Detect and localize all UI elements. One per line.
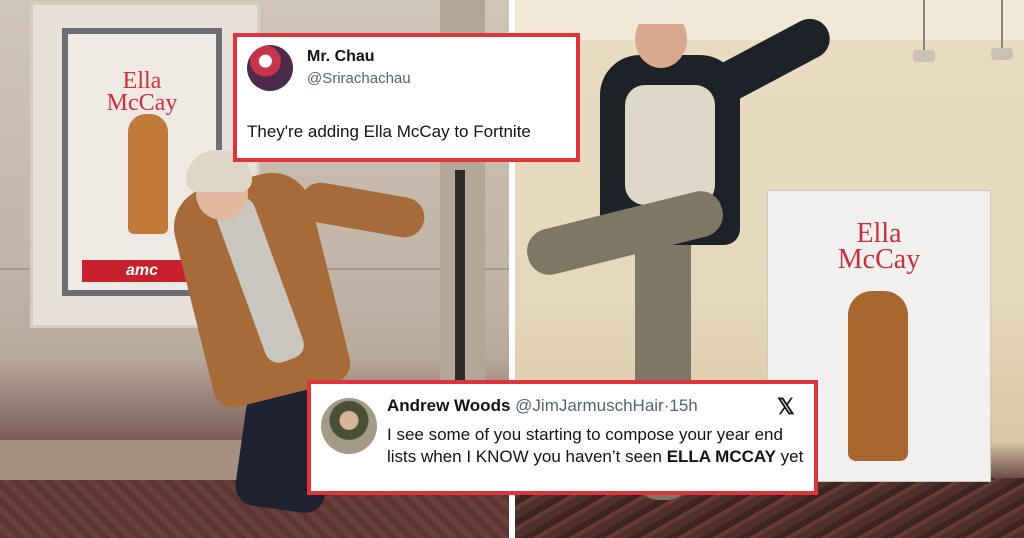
tweet-text-part2: yet [775, 447, 804, 466]
avatar[interactable] [247, 45, 293, 91]
avatar[interactable] [321, 398, 377, 454]
poster-title-line2: McCay [106, 90, 178, 116]
tweet-text: I see some of you starting to compose yo… [387, 424, 807, 468]
man-vest [625, 85, 715, 205]
standee-figure [848, 291, 908, 461]
tweet-author-handle[interactable]: @Srirachachau [307, 70, 411, 87]
tweet-header: Andrew Woods @JimJarmuschHair·15h [387, 396, 698, 416]
tweet-card-andrew-woods: Andrew Woods @JimJarmuschHair·15h 𝕏 I se… [307, 380, 818, 495]
standee-title-line2: McCay [837, 244, 921, 275]
tweet-card-mr-chau: Mr. Chau @Srirachachau They're adding El… [233, 33, 580, 162]
poster-title-line1: Ella [122, 68, 162, 94]
tweet-text: They're adding Ella McCay to Fortnite [247, 122, 531, 141]
tweet-author-name[interactable]: Andrew Woods [387, 396, 510, 415]
tweet-text-bold: ELLA MCCAY [666, 447, 776, 466]
ceiling [515, 0, 1024, 40]
tweet-author-name[interactable]: Mr. Chau [307, 48, 375, 66]
ceiling-lamp [991, 48, 1013, 60]
ceiling-lamp [913, 50, 935, 62]
poster-figure [128, 114, 168, 234]
tweet-timestamp[interactable]: 15h [669, 396, 697, 415]
tweet-author-handle[interactable]: @JimJarmuschHair [515, 396, 664, 415]
man-cap [631, 0, 691, 24]
x-logo-icon: 𝕏 [777, 394, 795, 419]
